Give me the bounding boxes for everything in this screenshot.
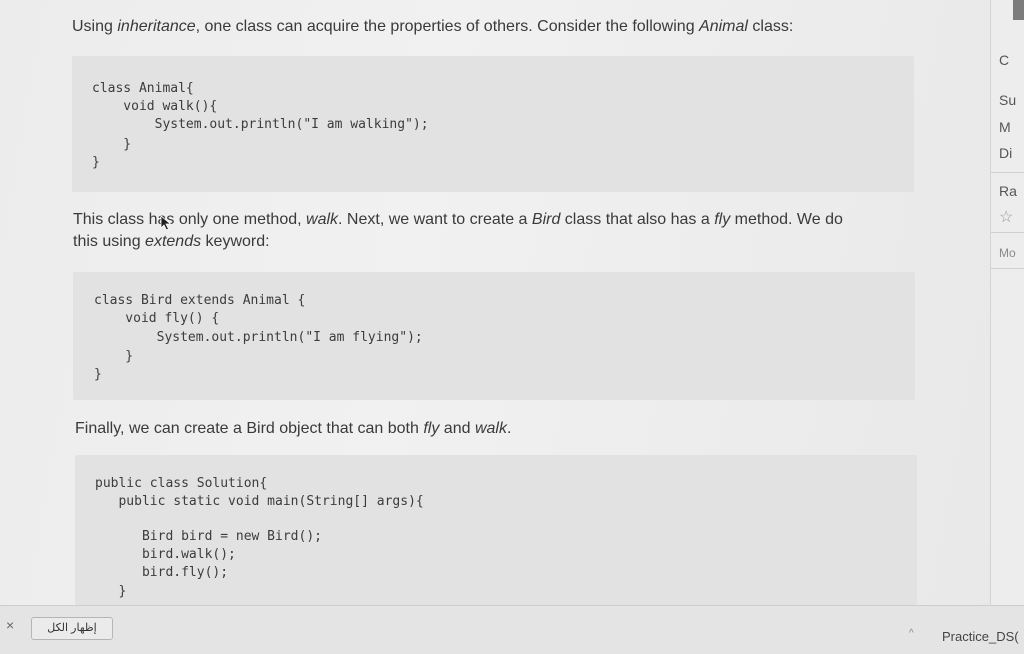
intro-text: class: [747, 18, 794, 35]
code-line: } [94, 349, 134, 364]
sidebar-item[interactable]: Su [999, 92, 1016, 108]
download-bar: × إظهار الكل ^ Practice_DS( [0, 605, 1024, 654]
sidebar-item[interactable]: M [999, 119, 1011, 135]
sidebar-divider [991, 268, 1024, 269]
paragraph-text: this using [73, 233, 146, 250]
main-content: Using inheritance, one class can acquire… [0, 0, 990, 605]
intro-text: , one class can acquire the properties o… [195, 18, 700, 35]
paragraph-emphasis: fly [423, 420, 440, 437]
code-line: public class Solution{ [95, 476, 268, 491]
paragraph-emphasis: Bird [531, 211, 561, 228]
conclusion-paragraph: Finally, we can create a Bird object tha… [75, 418, 915, 440]
code-line: bird.fly(); [95, 565, 229, 580]
paragraph-emphasis: walk [474, 420, 507, 437]
code-line: } [92, 155, 100, 170]
code-line: System.out.println("I am walking"); [92, 117, 429, 132]
intro-emphasis: Animal [699, 18, 748, 35]
sidebar-top-tab[interactable] [1013, 0, 1024, 20]
code-line: public static void main(String[] args){ [95, 494, 424, 509]
paragraph-text: and [439, 420, 475, 437]
code-block-animal: class Animal{ void walk(){ System.out.pr… [72, 56, 914, 192]
paragraph-emphasis: fly [714, 211, 731, 228]
sidebar-item[interactable]: Di [999, 145, 1012, 161]
explanation-paragraph: This class has only one method, walk. Ne… [73, 209, 913, 253]
paragraph-text: This class has only one method, [73, 211, 307, 228]
right-sidebar: C Su M Di Ra ☆ Mo [990, 0, 1024, 605]
code-line: class Bird extends Animal { [94, 293, 306, 308]
paragraph-emphasis: extends [145, 233, 202, 250]
sidebar-item[interactable]: C [999, 52, 1009, 68]
code-line: void fly() { [94, 311, 220, 326]
download-item[interactable]: Practice_DS( [942, 629, 1024, 644]
code-line: void walk(){ [92, 99, 218, 114]
intro-text: Using [72, 18, 118, 35]
paragraph-text: class that also has a [560, 211, 715, 228]
sidebar-divider [991, 172, 1024, 173]
screen: Using inheritance, one class can acquire… [0, 0, 1024, 654]
paragraph-text: . [506, 420, 512, 437]
star-icon[interactable]: ☆ [999, 207, 1013, 227]
code-line: System.out.println("I am flying"); [94, 330, 423, 345]
show-all-button[interactable]: إظهار الكل [31, 617, 113, 640]
chevron-up-icon[interactable]: ^ [909, 628, 914, 639]
paragraph-text: Finally, we can create a Bird object tha… [75, 420, 424, 437]
paragraph-emphasis: walk [306, 211, 339, 228]
paragraph-text: . Next, we want to create a [338, 211, 532, 228]
code-line: bird.walk(); [95, 547, 236, 562]
code-line: class Animal{ [92, 81, 194, 96]
paragraph-text: keyword: [201, 233, 270, 250]
code-line: Bird bird = new Bird(); [95, 529, 322, 544]
sidebar-item[interactable]: Ra [999, 183, 1017, 199]
code-block-bird: class Bird extends Animal { void fly() {… [73, 272, 915, 400]
paragraph-text: method. We do [730, 211, 843, 228]
sidebar-divider [991, 232, 1024, 233]
close-icon[interactable]: × [6, 617, 14, 633]
code-block-solution: public class Solution{ public static voi… [75, 455, 917, 605]
intro-emphasis: inheritance [117, 18, 196, 35]
sidebar-item[interactable]: Mo [999, 246, 1016, 260]
code-line: } [94, 367, 102, 382]
mouse-cursor-icon [160, 215, 172, 231]
code-line: } [92, 137, 132, 152]
code-line: } [95, 584, 127, 599]
intro-paragraph: Using inheritance, one class can acquire… [72, 16, 912, 38]
